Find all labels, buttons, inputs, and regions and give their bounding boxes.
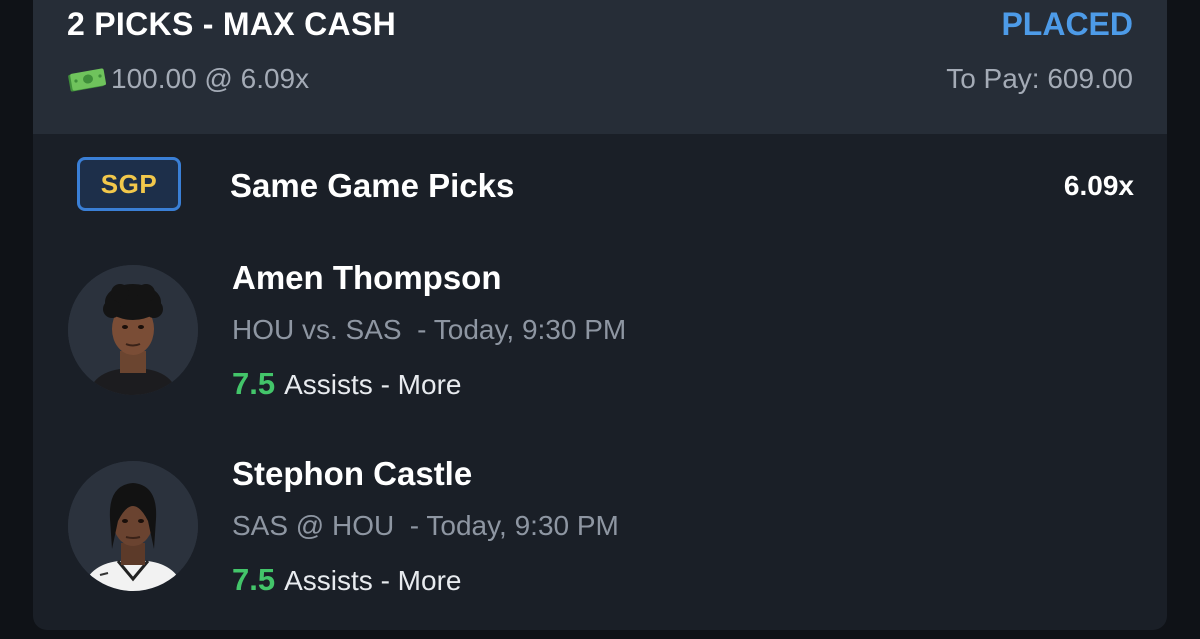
sgp-title: Same Game Picks — [230, 167, 515, 204]
stat-label: Assists - More — [284, 565, 462, 596]
player-name: Stephon Castle — [232, 455, 473, 492]
slip-header: 2 PICKS - MAX CASH PLACED 100.00 @ 6.09x… — [33, 0, 1167, 134]
matchup-label: HOU vs. SAS — [232, 314, 402, 345]
line-value: 7.5 — [232, 366, 276, 401]
wager-amount: 100.00 @ 6.09x — [111, 63, 310, 94]
matchup-label: SAS @ HOU — [232, 510, 395, 541]
sgp-multiplier: 6.09x — [1063, 170, 1134, 201]
player-avatar — [68, 265, 198, 395]
line-value: 7.5 — [232, 562, 276, 597]
pick-line: 7.5 Assists - More — [232, 562, 461, 599]
page: 2 PICKS - MAX CASH PLACED 100.00 @ 6.09x… — [0, 0, 1200, 639]
wager-info: 100.00 @ 6.09x — [67, 62, 309, 96]
slip-title: 2 PICKS - MAX CASH — [67, 6, 396, 42]
pick-line: 7.5 Assists - More — [232, 366, 461, 403]
pick-row[interactable]: Amen Thompson HOU vs. SAS - Today, 9:30 … — [33, 258, 1167, 438]
player-headshot-icon — [68, 461, 198, 591]
pick-row[interactable]: Stephon Castle SAS @ HOU - Today, 9:30 P… — [33, 454, 1167, 630]
pick-slip-card[interactable]: 2 PICKS - MAX CASH PLACED 100.00 @ 6.09x… — [33, 0, 1167, 630]
game-time: - Today, 9:30 PM — [417, 314, 627, 345]
game-info: SAS @ HOU - Today, 9:30 PM — [232, 508, 619, 544]
player-headshot-icon — [68, 265, 198, 395]
to-pay-amount: To Pay: 609.00 — [946, 63, 1133, 94]
stat-label: Assists - More — [284, 369, 462, 400]
game-info: HOU vs. SAS - Today, 9:30 PM — [232, 312, 626, 348]
sgp-badge: SGP — [77, 157, 181, 211]
player-name: Amen Thompson — [232, 259, 502, 296]
player-avatar — [68, 461, 198, 591]
money-icon — [68, 68, 106, 92]
game-time: - Today, 9:30 PM — [409, 510, 619, 541]
status-badge: PLACED — [1001, 6, 1133, 42]
